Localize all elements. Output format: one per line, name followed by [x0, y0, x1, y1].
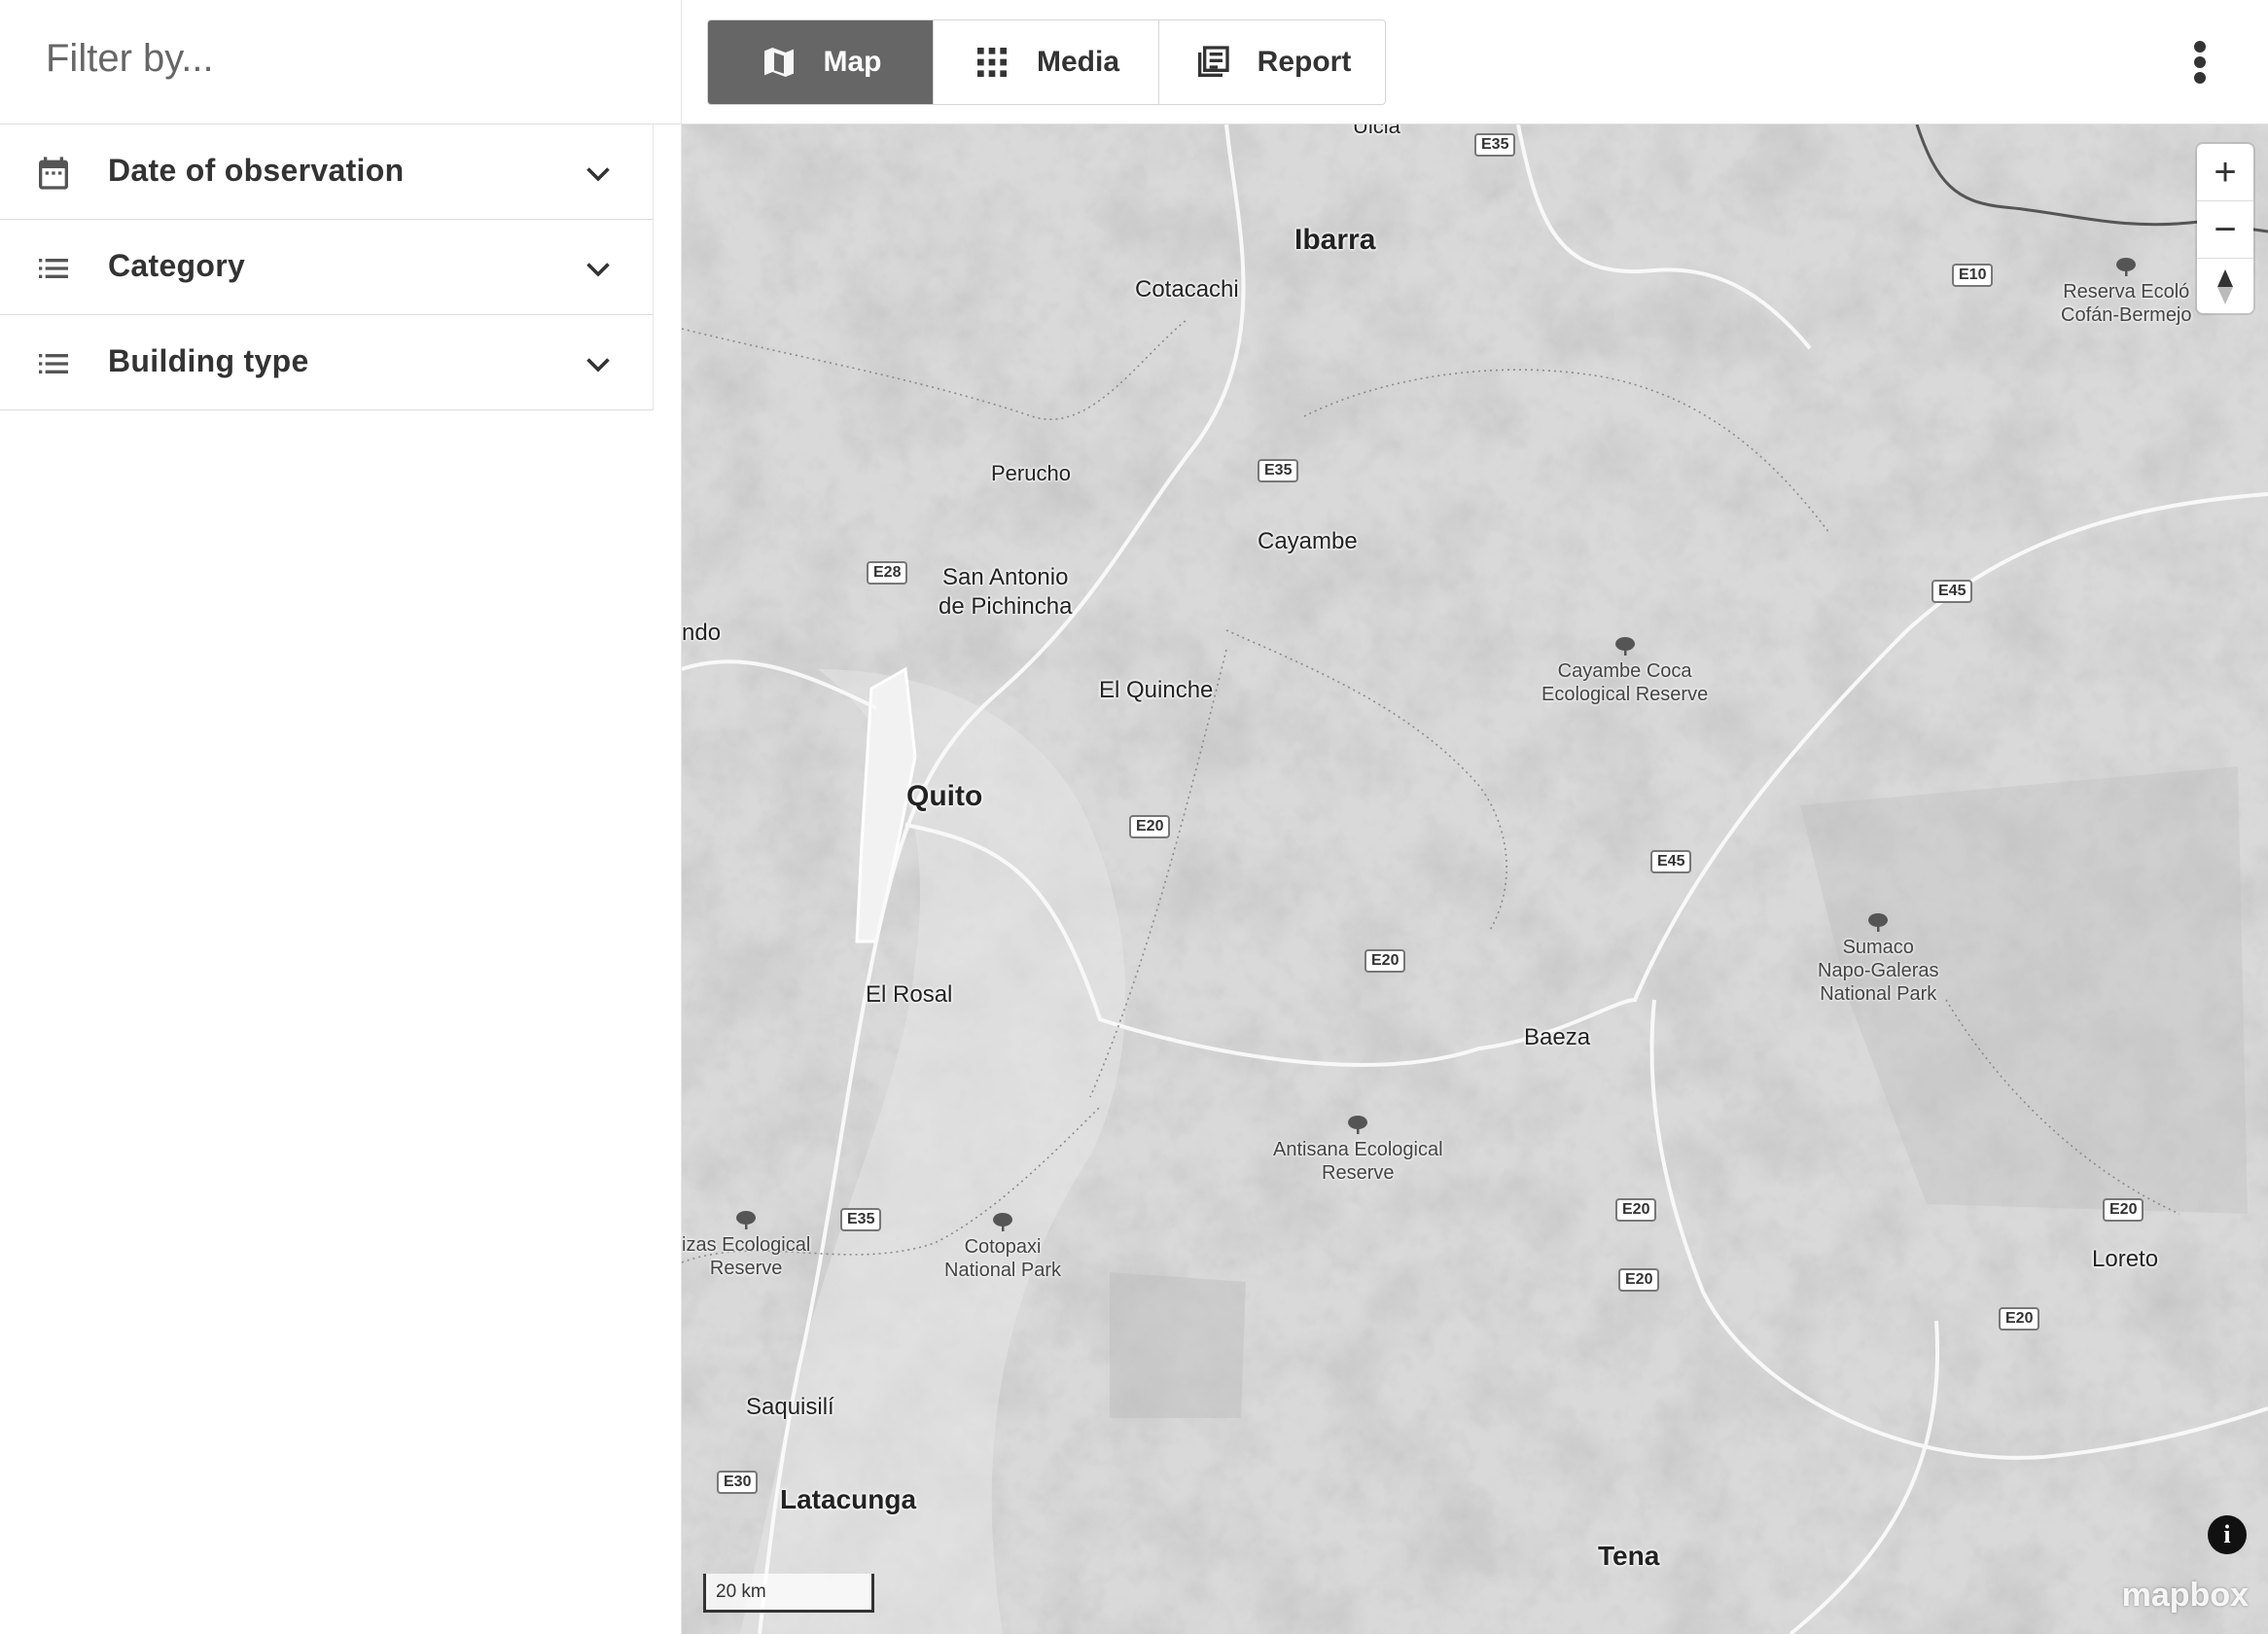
park-label: Reserva Ecoló Cofán-Bermejo [2061, 257, 2192, 327]
tab-report[interactable]: Report [1159, 20, 1385, 104]
road-shield: E28 [867, 561, 908, 585]
road-shield: E35 [1258, 459, 1299, 482]
calendar-icon [39, 157, 68, 190]
tab-label: Map [823, 46, 882, 78]
chevron-down-icon[interactable] [581, 346, 616, 381]
filter-list: Date of observation Category Building ty… [0, 124, 654, 410]
filter-title: Filter by... [46, 37, 214, 80]
zoom-out-button[interactable]: − [2197, 201, 2253, 259]
map-view[interactable]: Ulcia Ibarra Cotacachi Perucho Cayambe S… [682, 124, 2268, 1634]
filter-building-type[interactable]: Building type [0, 315, 654, 410]
road-shield: E20 [1364, 949, 1406, 973]
map-scale: 20 km [703, 1574, 874, 1613]
park-label: Cayambe Coca Ecological Reserve [1542, 636, 1708, 706]
road-shield: E45 [1650, 850, 1692, 873]
compass-button[interactable] [2197, 259, 2253, 315]
tab-map[interactable]: Map [708, 20, 934, 104]
place-label: Ulcia [1353, 124, 1400, 138]
filter-header: Filter by... [0, 0, 681, 124]
list-icon [39, 354, 68, 373]
road-shield: E20 [2103, 1198, 2144, 1222]
map-icon [763, 48, 794, 77]
chevron-down-icon[interactable] [581, 251, 616, 286]
tab-label: Media [1036, 46, 1120, 78]
park-label: Antisana Ecological Reserve [1273, 1115, 1443, 1185]
filter-category[interactable]: Category [0, 220, 654, 315]
mapbox-logo[interactable]: mapbox [2122, 1577, 2249, 1615]
tree-icon [2116, 258, 2137, 276]
road-shield: E30 [717, 1471, 759, 1494]
tab-media[interactable]: Media [934, 20, 1159, 104]
tree-icon [1614, 637, 1635, 656]
tree-icon [1348, 1116, 1368, 1134]
place-label: Saquisilí [746, 1394, 834, 1420]
park-label: izas Ecological Reserve [682, 1210, 810, 1280]
road-shield: E20 [1129, 815, 1171, 838]
zoom-in-button[interactable]: + [2197, 144, 2253, 201]
place-label: Cotacachi [1135, 276, 1239, 302]
place-label: El Rosal [866, 981, 953, 1008]
view-toolbar: Map Media Report [682, 0, 2268, 124]
road-shield: E35 [1474, 133, 1516, 157]
map-terrain [682, 124, 2268, 1634]
park-label: Sumaco Napo-Galeras National Park [1818, 912, 1939, 1006]
tab-label: Report [1257, 46, 1352, 78]
filter-date-of-observation[interactable]: Date of observation [0, 124, 654, 220]
place-label: Baeza [1524, 1024, 1591, 1050]
filter-label: Building type [108, 343, 309, 378]
view-tabs: Map Media Report [707, 19, 1386, 105]
place-label: Quito [906, 780, 983, 812]
place-label: Loreto [2092, 1246, 2159, 1272]
filter-sidebar: Filter by... Date of observation Categor… [0, 0, 682, 1634]
report-icon [1197, 46, 1229, 77]
place-label: Cayambe [1258, 528, 1358, 554]
road-shield: E45 [1931, 580, 1973, 603]
place-label: ndo [682, 620, 722, 646]
park-label: Cotopaxi National Park [944, 1212, 1061, 1282]
road-shield: E20 [1618, 1268, 1660, 1292]
place-label: Ibarra [1294, 224, 1376, 256]
chevron-down-icon[interactable] [581, 156, 616, 191]
list-icon [39, 259, 68, 278]
road-shield: E10 [1952, 264, 1994, 287]
zoom-controls: + − [2197, 144, 2253, 313]
compass-icon [2217, 269, 2233, 304]
tree-icon [993, 1213, 1013, 1231]
filter-label: Category [108, 248, 246, 283]
road-shield: E35 [840, 1208, 882, 1231]
place-label: San Antonio de Pichincha [939, 564, 1073, 620]
tree-icon [1868, 913, 1889, 932]
place-label: Latacunga [780, 1484, 917, 1514]
filter-label: Date of observation [108, 153, 405, 188]
road-shield: E20 [1999, 1307, 2040, 1331]
grid-icon [976, 48, 1007, 77]
attribution-info-button[interactable]: i [2208, 1515, 2247, 1554]
place-label: Tena [1598, 1541, 1660, 1571]
tree-icon [736, 1211, 757, 1229]
place-label: El Quinche [1099, 677, 1214, 703]
more-options-icon[interactable] [2190, 39, 2210, 86]
road-shield: E20 [1615, 1198, 1657, 1222]
place-label: Perucho [991, 461, 1071, 485]
